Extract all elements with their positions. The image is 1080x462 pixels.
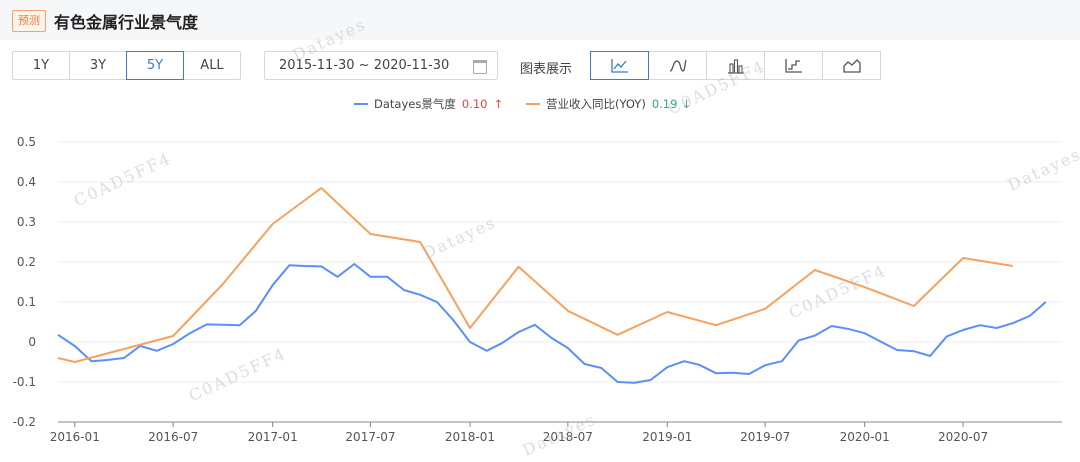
x-tick-label: 2016-07 — [148, 430, 198, 444]
y-tick-label: 0.3 — [17, 215, 36, 229]
chart-type-group — [590, 51, 881, 80]
line-chart: 0.5 0.4 0.3 0.2 0.1 0 -0.1 -0.2 2016-01 2016-07 20… — [13, 135, 1062, 444]
x-tick-label: 2020-01 — [840, 430, 890, 444]
chart-type-label: 图表展示 — [520, 62, 573, 77]
calendar-icon — [473, 60, 487, 74]
range-1y-button[interactable]: 1Y — [12, 51, 70, 80]
bar-icon — [727, 58, 744, 74]
x-tick-label: 2019-01 — [642, 430, 692, 444]
page-title: 有色金属行业景气度 — [54, 13, 199, 32]
x-tick-label: 2019-07 — [740, 430, 790, 444]
page-header: 预测 有色金属行业景气度 — [0, 0, 1080, 40]
area-chart-button[interactable] — [822, 51, 881, 80]
y-tick-label: 0.2 — [17, 255, 36, 269]
range-3y-button[interactable]: 3Y — [69, 51, 127, 80]
step-chart-button[interactable] — [764, 51, 823, 80]
y-tick-label: -0.2 — [13, 415, 36, 429]
x-tick-label: 2017-01 — [248, 430, 298, 444]
line-chart-button[interactable] — [590, 51, 649, 80]
legend-item-yoy[interactable]: 营业收入同比(YOY) 0.19 ↓ — [526, 96, 691, 112]
chart-legend: Datayes景气度 0.10 ↑ 营业收入同比(YOY) 0.19 ↓ — [0, 96, 1080, 112]
x-tick-label: 2016-01 — [50, 430, 100, 444]
y-tick-label: 0.5 — [17, 135, 36, 149]
legend-swatch — [354, 103, 368, 105]
legend-label: Datayes景气度 — [374, 97, 456, 111]
legend-value: 0.19 — [651, 97, 678, 111]
arrow-up-icon: ↑ — [493, 97, 504, 111]
date-range-text: 2015-11-30 ~ 2020-11-30 — [279, 58, 450, 73]
step-icon — [784, 58, 802, 73]
range-5y-button[interactable]: 5Y — [126, 51, 184, 80]
date-range-picker[interactable]: 2015-11-30 ~ 2020-11-30 — [264, 51, 498, 80]
x-tick-label: 2020-07 — [938, 430, 988, 444]
forecast-badge: 预测 — [12, 10, 46, 32]
arrow-down-icon: ↓ — [681, 97, 692, 111]
smooth-chart-button[interactable] — [648, 51, 707, 80]
smooth-icon — [669, 59, 687, 72]
legend-item-datayes[interactable]: Datayes景气度 0.10 ↑ — [354, 96, 503, 112]
y-tick-label: 0 — [28, 335, 36, 349]
y-tick-label: 0.4 — [17, 175, 36, 189]
bar-chart-button[interactable] — [706, 51, 765, 80]
y-tick-label: 0.1 — [17, 295, 36, 309]
x-tick-label: 2018-07 — [543, 430, 593, 444]
legend-value: 0.10 — [461, 97, 488, 111]
legend-swatch — [526, 103, 540, 105]
series-line-datayes — [57, 263, 1047, 384]
range-all-button[interactable]: ALL — [183, 51, 241, 80]
y-tick-label: -0.1 — [13, 375, 36, 389]
x-tick-label: 2018-01 — [445, 430, 495, 444]
time-range-group: 1Y 3Y 5Y ALL — [12, 51, 241, 80]
line-icon — [610, 58, 628, 73]
x-tick-label: 2017-07 — [345, 430, 395, 444]
legend-label: 营业收入同比(YOY) — [546, 97, 646, 111]
area-icon — [842, 58, 861, 73]
